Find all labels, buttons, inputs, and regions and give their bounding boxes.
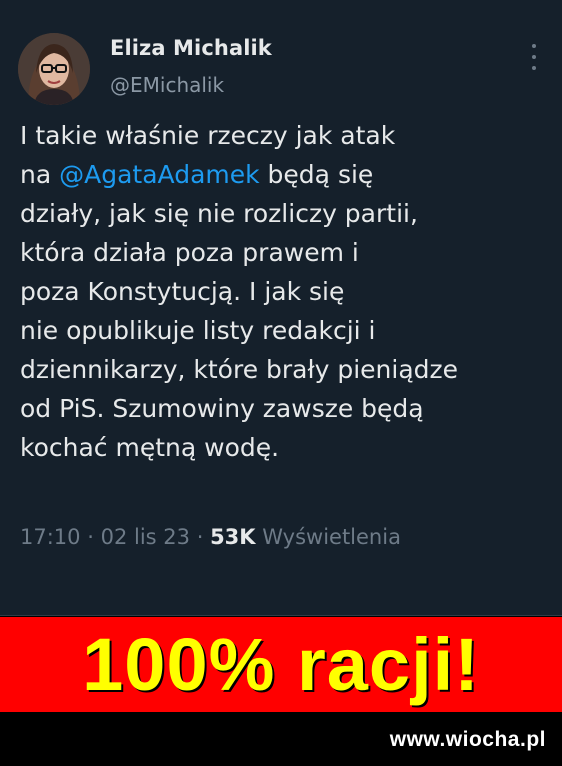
tweet-text-line: dziennikarzy, które brały pieniądze — [20, 355, 459, 384]
banner-text: 100% racji! — [82, 623, 480, 706]
tweet-meta: 17:10 · 02 lis 23 · 53K Wyświetlenia — [20, 525, 401, 549]
tweet-text-line: na @AgataAdamek będą się — [20, 160, 374, 189]
caption-banner: 100% racji! — [0, 617, 562, 712]
views-label: Wyświetlenia — [262, 525, 401, 549]
views-count: 53K — [210, 525, 256, 549]
avatar-image — [18, 33, 90, 105]
tweet-text-line: od PiS. Szumowiny zawsze będą — [20, 394, 424, 423]
tweet-text-line: działy, jak się nie rozliczy partii, — [20, 199, 418, 228]
meta-separator: · — [196, 525, 204, 549]
tweet-text-line: nie opublikuje listy redakcji i — [20, 316, 376, 345]
tweet-text-line: kochać mętną wodę. — [20, 433, 280, 462]
tweet-text: I takie właśnie rzeczy jak atak na @Agat… — [20, 116, 550, 467]
tweet-text-line: która działa poza prawem i — [20, 238, 359, 267]
tweet-text-line: I takie właśnie rzeczy jak atak — [20, 121, 396, 150]
meta-separator: · — [87, 525, 94, 549]
author-name[interactable]: Eliza Michalik — [110, 36, 272, 60]
tweet-card[interactable]: Eliza Michalik @EMichalik I takie właśni… — [0, 0, 562, 616]
tweet-text-line: poza Konstytucją. I jak się — [20, 277, 345, 306]
site-watermark: www.wiocha.pl — [389, 728, 546, 751]
more-dots-icon[interactable] — [527, 44, 541, 70]
avatar[interactable] — [18, 33, 90, 105]
author-handle[interactable]: @EMichalik — [110, 73, 224, 97]
tweet-time[interactable]: 17:10 — [20, 525, 81, 549]
mention-link[interactable]: @AgataAdamek — [59, 160, 259, 189]
tweet-date[interactable]: 02 lis 23 — [101, 525, 190, 549]
